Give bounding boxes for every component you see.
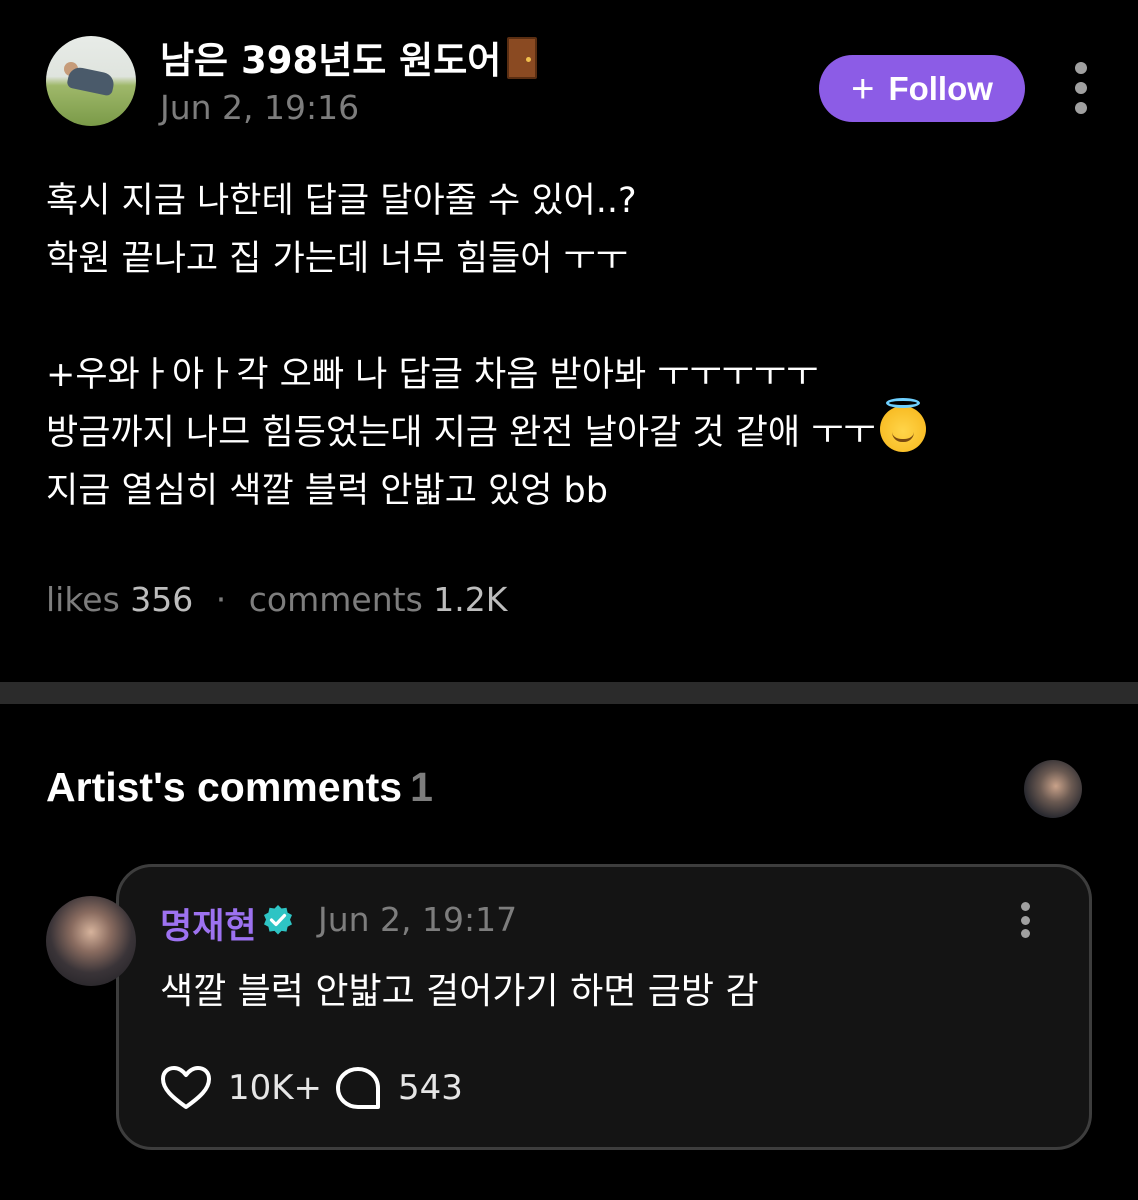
post-body-line-text: 방금까지 나므 힘등었는대 지금 완전 날아갈 것 같애 ㅜㅜ (46, 413, 876, 453)
comment-text: 색깔 블럭 안밟고 걸어가기 하면 금방 감 (160, 971, 759, 1012)
author-name[interactable]: 남은 398년도 원도어 (160, 30, 538, 84)
artist-comments-title: Artist's comments 1 (46, 764, 433, 811)
post-body-line: 혹시 지금 나한테 답글 달아줄 수 있어..? (46, 181, 637, 221)
follow-label: Follow (888, 69, 993, 107)
comment-reply-count: 543 (398, 1068, 463, 1108)
comment-author-avatar[interactable] (46, 896, 136, 986)
section-divider (0, 682, 1138, 704)
comment-author-name[interactable]: 명재현 (160, 898, 257, 949)
follow-button[interactable]: + Follow (819, 55, 1025, 122)
post-body: 혹시 지금 나한테 답글 달아줄 수 있어..? 학원 끝나고 집 가는데 너무… (46, 172, 1106, 520)
comment-like-count: 10K+ (228, 1068, 323, 1108)
comment-date: Jun 2, 19:17 (318, 900, 518, 939)
verified-badge-icon (264, 905, 292, 935)
author-name-text: 남은 398년도 원도어 (160, 39, 502, 82)
heart-icon (161, 1066, 211, 1109)
comment-like-button[interactable]: 10K+ (160, 1064, 322, 1112)
post-date: Jun 2, 19:16 (160, 88, 360, 127)
comments-label: comments (248, 580, 423, 619)
door-emoji-icon (507, 37, 538, 79)
post-body-line: 지금 열심히 색깔 블럭 안밟고 있엉 bb (46, 471, 608, 511)
stats-separator: · (215, 580, 227, 619)
post-body-line: 학원 끝나고 집 가는데 너무 힘들어 ㅜㅜ (46, 239, 628, 279)
comments-count[interactable]: 1.2K (433, 580, 507, 619)
artist-avatar-button[interactable] (1024, 760, 1082, 818)
artist-comments-count: 1 (410, 764, 433, 810)
likes-count[interactable]: 356 (130, 580, 193, 619)
comment-more-options-icon[interactable] (1017, 902, 1033, 938)
likes-label: likes (46, 580, 120, 619)
speech-bubble-icon (336, 1067, 380, 1109)
post-body-line: 방금까지 나므 힘등었는대 지금 완전 날아갈 것 같애 ㅜㅜ (46, 398, 1106, 462)
plus-icon: + (851, 66, 875, 111)
artist-comments-title-text: Artist's comments (46, 764, 403, 810)
smiling-face-with-halo-emoji-icon (879, 398, 926, 452)
post-stats: likes 356 · comments 1.2K (46, 580, 507, 619)
comment-reply-button[interactable]: 543 (334, 1064, 463, 1112)
post: 남은 398년도 원도어 Jun 2, 19:16 + Follow 혹시 지금… (0, 0, 1138, 682)
post-more-options-icon[interactable] (1073, 62, 1089, 114)
post-body-line: +우와ㅏ아ㅏ각 오빠 나 답글 차음 받아봐 ㅜㅜㅜㅜㅜ (46, 355, 819, 395)
author-avatar[interactable] (46, 36, 136, 126)
